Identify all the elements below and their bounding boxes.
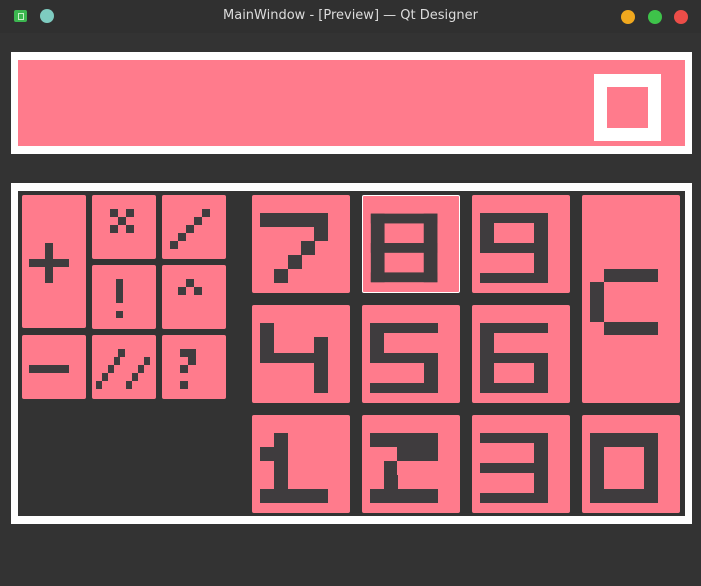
digit-9-icon [480,213,548,283]
floor-divide-icon [96,349,150,389]
title-bar: MainWindow - [Preview] — Qt Designer [0,0,701,33]
minus-button[interactable] [22,335,86,399]
multiply-button[interactable] [92,195,156,259]
factorial-button[interactable] [92,265,156,329]
digit-0-button[interactable] [582,415,680,513]
keypad-frame [11,183,692,524]
digit-5-icon [370,323,438,393]
factorial-icon [116,279,123,318]
clear-button[interactable] [582,195,680,403]
digit-3-button[interactable] [472,415,570,513]
digit-8-button[interactable] [362,195,460,293]
digit-2-icon [370,433,438,503]
minus-icon [29,365,69,373]
digit-4-icon [260,323,328,393]
question-icon [180,349,196,389]
power-icon [178,279,202,295]
digit-2-button[interactable] [362,415,460,513]
calculator-display [18,60,685,146]
plus-icon [29,243,69,283]
display-digit-0 [594,74,661,141]
floor-divide-button[interactable] [92,335,156,399]
maximize-icon[interactable] [648,10,662,24]
keypad [18,191,685,516]
digit-7-icon [260,213,328,283]
display-frame [11,52,692,154]
digit-7-button[interactable] [252,195,350,293]
question-button[interactable] [162,335,226,399]
digit-9-button[interactable] [472,195,570,293]
digit-1-icon [260,433,328,503]
digit-3-icon [480,433,548,503]
digit-6-button[interactable] [472,305,570,403]
digit-0-icon [590,433,658,503]
power-button[interactable] [162,265,226,329]
digit-1-button[interactable] [252,415,350,513]
close-icon[interactable] [674,10,688,24]
multiply-icon [110,209,134,233]
minimize-icon[interactable] [621,10,635,24]
divide-icon [170,209,210,249]
clear-icon [590,269,658,335]
digit-8-icon [370,213,438,283]
digit-6-icon [480,323,548,393]
window-title: MainWindow - [Preview] — Qt Designer [223,8,478,23]
divide-button[interactable] [162,195,226,259]
plus-button[interactable] [22,195,86,328]
digit-4-button[interactable] [252,305,350,403]
digit-5-button[interactable] [362,305,460,403]
